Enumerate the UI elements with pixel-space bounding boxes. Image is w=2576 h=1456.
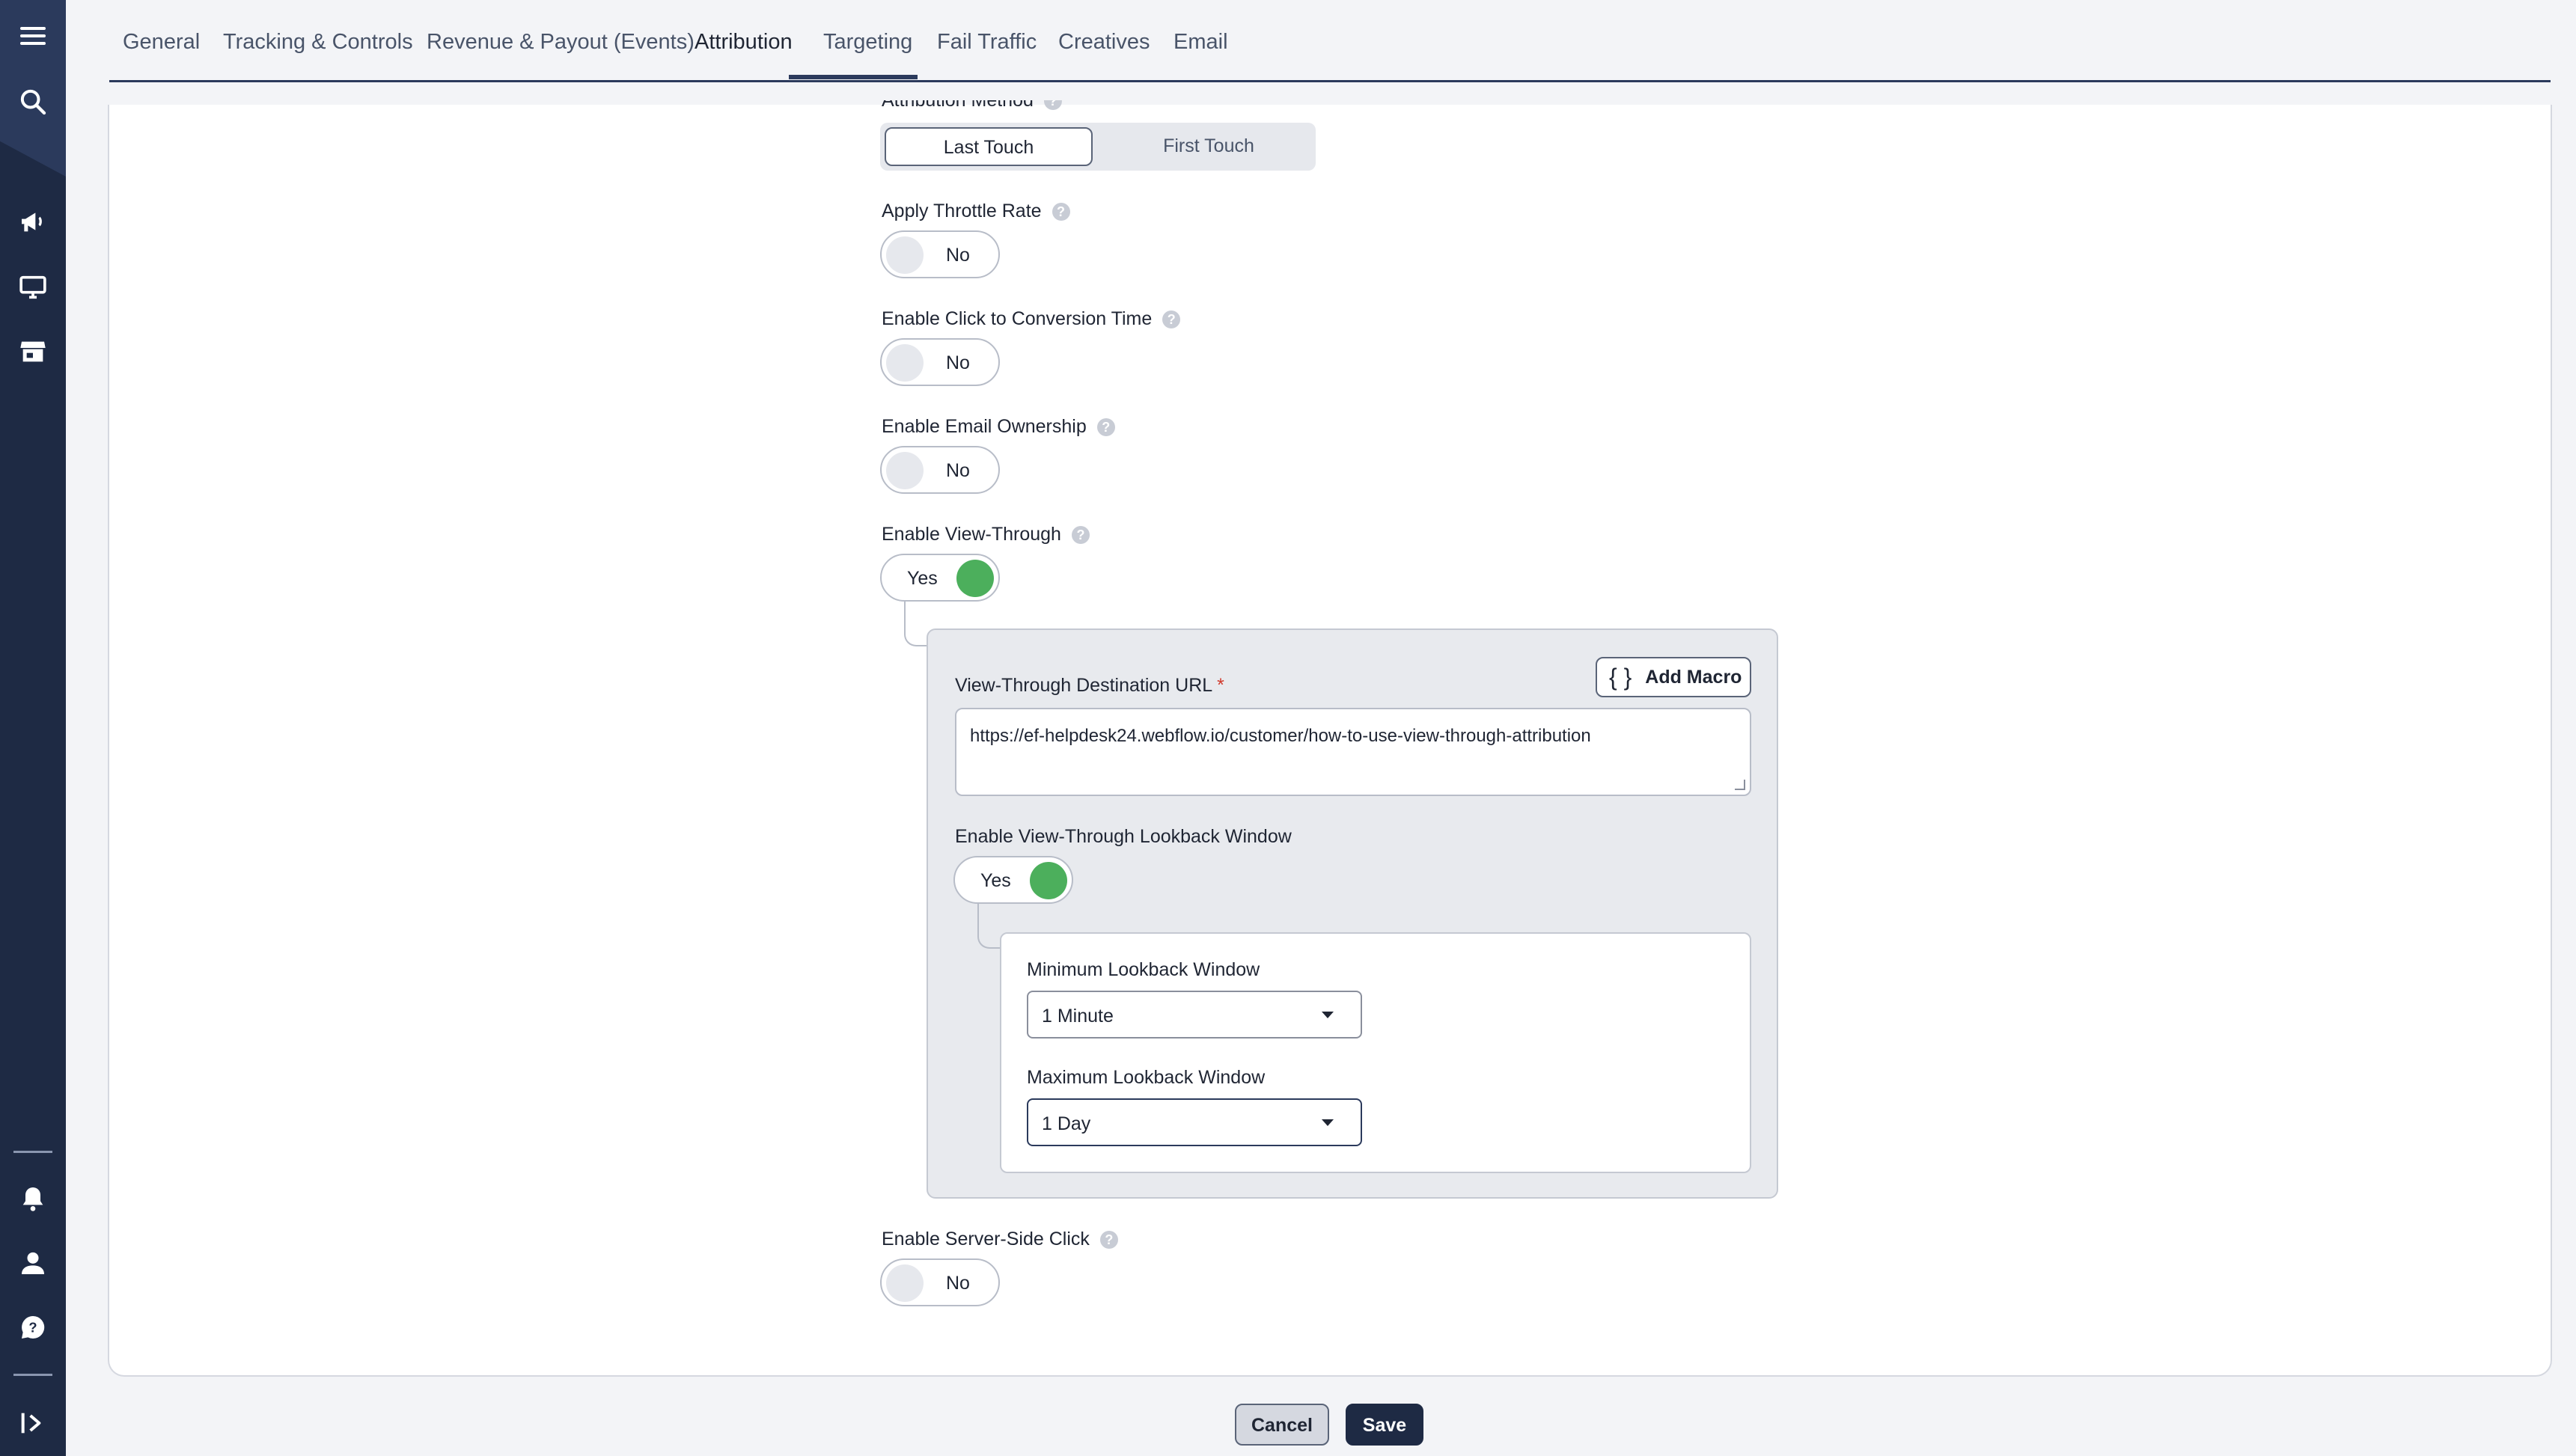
toggle-knob xyxy=(956,560,994,597)
help-icon[interactable]: ? xyxy=(1096,418,1115,437)
search-icon[interactable] xyxy=(12,81,54,123)
throttle-rate-toggle[interactable]: No xyxy=(880,230,1000,278)
min-lookback-select[interactable]: 1 Minute xyxy=(1027,991,1362,1039)
toggle-state: No xyxy=(946,245,970,266)
throttle-rate-label: Apply Throttle Rate? xyxy=(882,201,1070,222)
storefront-icon[interactable] xyxy=(12,331,54,373)
min-lookback-label: Minimum Lookback Window xyxy=(1027,959,1260,980)
tab-attribution[interactable]: Attribution xyxy=(695,30,793,55)
email-ownership-toggle[interactable]: No xyxy=(880,446,1000,494)
cancel-button[interactable]: Cancel xyxy=(1235,1404,1329,1446)
tab-general[interactable]: General xyxy=(123,30,200,55)
chevron-down-icon xyxy=(1322,1012,1334,1018)
rail-divider xyxy=(13,1374,52,1376)
tab-fail-traffic[interactable]: Fail Traffic xyxy=(937,30,1037,55)
svg-text:?: ? xyxy=(28,1320,37,1336)
left-rail: ? xyxy=(0,0,66,1456)
last-touch-option[interactable]: Last Touch xyxy=(885,127,1093,166)
view-through-url-input[interactable]: https://ef-helpdesk24.webflow.io/custome… xyxy=(955,708,1751,796)
save-button[interactable]: Save xyxy=(1346,1404,1423,1446)
view-through-url-label: View-Through Destination URL * xyxy=(955,675,1224,696)
toggle-knob xyxy=(886,236,924,274)
help-icon[interactable]: ? xyxy=(1071,526,1090,545)
click-to-conversion-toggle[interactable]: No xyxy=(880,338,1000,386)
max-lookback-label: Maximum Lookback Window xyxy=(1027,1067,1266,1088)
required-marker: * xyxy=(1217,675,1224,696)
toggle-state: No xyxy=(946,352,970,373)
tab-revenue-payout[interactable]: Revenue & Payout (Events) xyxy=(427,30,695,55)
toggle-knob xyxy=(886,344,924,382)
bell-icon[interactable] xyxy=(12,1178,54,1220)
toggle-state: No xyxy=(946,460,970,481)
attribution-method-segment: Last Touch First Touch xyxy=(880,123,1316,171)
braces-icon: { } xyxy=(1609,663,1632,691)
view-through-connector xyxy=(904,602,927,646)
toggle-knob xyxy=(886,1264,924,1302)
help-icon[interactable]: ? xyxy=(1099,1231,1118,1249)
lookback-connector xyxy=(977,904,1000,949)
max-lookback-value: 1 Day xyxy=(1042,1113,1091,1134)
toggle-state: Yes xyxy=(907,568,938,589)
lookback-window-label: Enable View-Through Lookback Window xyxy=(955,826,1292,847)
email-ownership-label: Enable Email Ownership? xyxy=(882,416,1115,438)
add-macro-label: Add Macro xyxy=(1645,666,1742,688)
attribution-method-label: Attribution Method? xyxy=(882,100,1062,111)
help-chat-icon[interactable]: ? xyxy=(12,1306,54,1348)
chevron-down-icon xyxy=(1322,1119,1334,1126)
tab-bar: General Tracking & Controls Revenue & Pa… xyxy=(109,0,2551,82)
server-side-click-toggle[interactable]: No xyxy=(880,1258,1000,1306)
tab-targeting[interactable]: Targeting xyxy=(823,30,912,55)
add-macro-button[interactable]: { } Add Macro xyxy=(1596,657,1751,697)
menu-icon[interactable] xyxy=(12,15,54,57)
toggle-knob xyxy=(1030,862,1067,899)
server-side-click-label: Enable Server-Side Click? xyxy=(882,1229,1118,1250)
toggle-state: No xyxy=(946,1273,970,1294)
max-lookback-select[interactable]: 1 Day xyxy=(1027,1098,1362,1146)
active-tab-indicator xyxy=(789,75,918,79)
view-through-label: Enable View-Through? xyxy=(882,524,1090,545)
rail-divider xyxy=(13,1151,52,1153)
tab-creatives[interactable]: Creatives xyxy=(1058,30,1150,55)
user-icon[interactable] xyxy=(12,1242,54,1284)
first-touch-option[interactable]: First Touch xyxy=(1105,127,1313,166)
tab-email[interactable]: Email xyxy=(1173,30,1228,55)
resize-handle-icon[interactable] xyxy=(1735,780,1745,790)
megaphone-icon[interactable] xyxy=(12,201,54,242)
lookback-window-toggle[interactable]: Yes xyxy=(953,856,1073,904)
expand-sidebar-icon[interactable] xyxy=(12,1402,54,1444)
min-lookback-value: 1 Minute xyxy=(1042,1006,1114,1027)
help-icon[interactable]: ? xyxy=(1043,100,1062,111)
click-to-conversion-label: Enable Click to Conversion Time? xyxy=(882,308,1181,330)
help-icon[interactable]: ? xyxy=(1052,203,1070,221)
help-icon[interactable]: ? xyxy=(1162,311,1181,329)
view-through-toggle[interactable]: Yes xyxy=(880,554,1000,602)
toggle-state: Yes xyxy=(980,870,1011,891)
toggle-knob xyxy=(886,452,924,489)
url-value: https://ef-helpdesk24.webflow.io/custome… xyxy=(970,726,1591,746)
tab-tracking-controls[interactable]: Tracking & Controls xyxy=(223,30,413,55)
monitor-icon[interactable] xyxy=(12,266,54,308)
